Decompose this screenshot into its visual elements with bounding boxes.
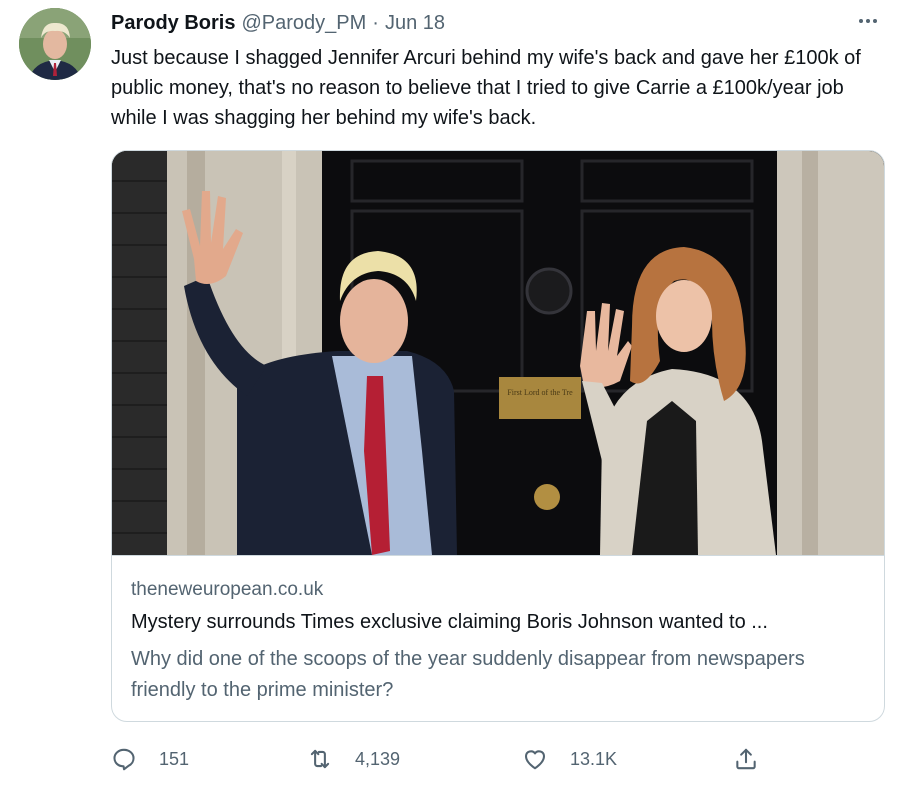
retweet-button[interactable]: 4,139: [307, 742, 400, 776]
door-plaque-text: First Lord of the Tre: [507, 388, 573, 397]
card-domain: theneweuropean.co.uk: [131, 579, 324, 600]
tweet-header: Parody Boris @Parody_PM · Jun 18: [111, 10, 445, 36]
retweet-icon: [310, 749, 330, 769]
speech-bubble-icon: [113, 748, 135, 771]
author-avatar[interactable]: [19, 8, 91, 80]
share-upload-icon: [736, 748, 756, 770]
tweet-text: Just because I shagged Jennifer Arcuri b…: [111, 47, 861, 129]
heart-icon: [524, 750, 546, 770]
card-title: Mystery surrounds Times exclusive claimi…: [131, 611, 768, 633]
like-count: 13.1K: [570, 748, 618, 769]
retweet-count: 4,139: [355, 748, 401, 769]
tweet-actions-bar: 151 4,139 13.1K: [111, 742, 771, 776]
author-display-name[interactable]: Parody Boris: [111, 12, 235, 35]
avatar-image: [19, 8, 91, 80]
link-preview-card[interactable]: First Lord of the Tre theneweuropean.co.…: [111, 150, 885, 722]
reply-count: 151: [159, 748, 190, 769]
card-text-area: theneweuropean.co.uk Mystery surrounds T…: [112, 555, 884, 721]
like-button[interactable]: 13.1K: [522, 742, 617, 776]
header-separator: ·: [372, 11, 379, 34]
tweet-timestamp[interactable]: Jun 18: [385, 12, 445, 35]
card-image: First Lord of the Tre: [112, 151, 884, 555]
card-description: Why did one of the scoops of the year su…: [131, 648, 805, 701]
reply-button[interactable]: 151: [111, 742, 189, 776]
share-button[interactable]: [733, 742, 759, 776]
more-options-icon[interactable]: [854, 10, 882, 32]
author-handle[interactable]: @Parody_PM: [241, 12, 366, 35]
